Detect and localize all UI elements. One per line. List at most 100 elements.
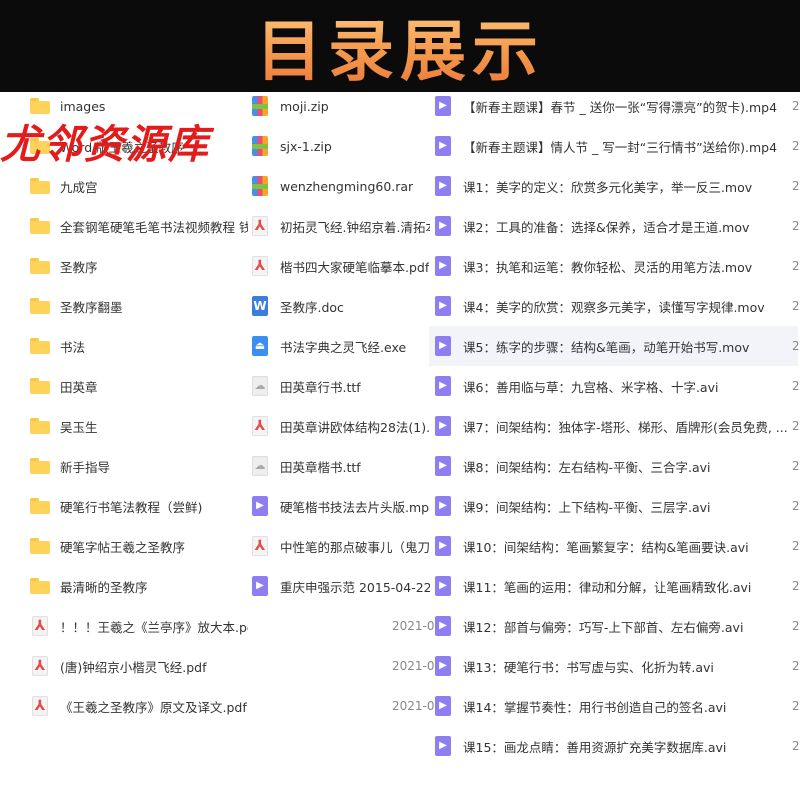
modified-date: 2 <box>792 739 800 753</box>
video-file-icon: ▶ <box>433 696 453 716</box>
file-item[interactable]: ⅄ (唐)钟绍京小楷灵飞经.pdf <box>30 646 248 686</box>
video-file-icon: ▶ <box>433 496 453 516</box>
file-item[interactable]: ⅄ 初拓灵飞经.钟绍京着.清拓本 <box>250 206 430 246</box>
file-item[interactable]: ▶ 课2：工具的准备：选择&保养，适合才是王道.mov <box>433 206 788 246</box>
file-item[interactable]: W 圣教序.doc <box>250 286 430 326</box>
file-item[interactable]: 硬笔字帖王羲之圣教序 <box>30 526 248 566</box>
pdf-file-icon: ⅄ <box>250 216 270 236</box>
folder-icon <box>30 176 50 196</box>
file-item[interactable]: ▶ 【新春主题课】春节 _ 送你一张“写得漂亮”的贺卡).mp4 <box>433 86 788 126</box>
file-name: 课15：画龙点睛：善用资源扩充美字数据库.avi <box>463 739 727 755</box>
file-name: 最清晰的圣教序 <box>60 579 148 595</box>
video-file-icon: ▶ <box>433 576 453 596</box>
file-name: 书法字典之灵飞经.exe <box>280 339 407 355</box>
file-item[interactable]: ▶ 【新春主题课】情人节 _ 写一封“三行情书”送给你).mp4 <box>433 126 788 166</box>
file-item[interactable]: 九成宫 <box>30 166 248 206</box>
file-item[interactable]: ▶ 课11：笔画的运用：律动和分解，让笔画精致化.avi <box>433 566 788 606</box>
file-item[interactable]: ▶ 课10：间架结构：笔画繁复字：结构&笔画要诀.avi <box>433 526 788 566</box>
file-item[interactable]: ▶ 课8：间架结构：左右结构-平衡、三合字.avi <box>433 446 788 486</box>
file-item[interactable]: Word 版王羲之圣教序 <box>30 126 248 166</box>
file-item[interactable]: ☁ 田英章楷书.ttf <box>250 446 430 486</box>
file-item[interactable]: ▶ 课12：部首与偏旁：巧写-上下部首、左右偏旁.avi <box>433 606 788 646</box>
archive-file-icon <box>250 176 270 196</box>
file-item[interactable]: ▶ 课7：间架结构：独体字-塔形、梯形、盾牌形(会员免费, ... <box>433 406 788 446</box>
file-item[interactable]: ▶ 重庆申强示范 2015-04-22 2 <box>250 566 430 606</box>
file-item[interactable]: ▶ 课15：画龙点睛：善用资源扩充美字数据库.avi <box>433 726 788 766</box>
modified-date: 2 <box>792 579 800 593</box>
file-name: 课8：间架结构：左右结构-平衡、三合字.avi <box>463 459 711 475</box>
file-item[interactable]: ▶ 课9：间架结构：上下结构-平衡、三层字.avi <box>433 486 788 526</box>
file-name: 课7：间架结构：独体字-塔形、梯形、盾牌形(会员免费, ... <box>463 419 788 435</box>
file-name: 课13：硬笔行书：书写虚与实、化折为转.avi <box>463 659 714 675</box>
video-file-icon: ▶ <box>250 496 270 516</box>
file-item[interactable]: ⅄ 楷书四大家硬笔临摹本.pdf <box>250 246 430 286</box>
folder-icon <box>30 336 50 356</box>
file-name: wenzhengming60.rar <box>280 178 414 194</box>
file-item[interactable]: ⅄ ！！！王羲之《兰亭序》放大本.pdf <box>30 606 248 646</box>
file-name: 《王羲之圣教序》原文及译文.pdf <box>60 699 247 715</box>
file-item[interactable]: ▶ 课1：美字的定义：欣赏多元化美字，举一反三.mov <box>433 166 788 206</box>
file-item[interactable]: 圣教序翻墨 <box>30 286 248 326</box>
file-item[interactable]: ⅄ 中性笔的那点破事儿（鬼刀 <box>250 526 430 566</box>
pdf-file-icon: ⅄ <box>250 256 270 276</box>
file-item[interactable]: ☁ 田英章行书.ttf <box>250 366 430 406</box>
file-item[interactable]: ▶ 课6：善用临与草：九宫格、米字格、十字.avi <box>433 366 788 406</box>
banner-title: 目录展示 <box>256 0 544 94</box>
video-file-icon: ▶ <box>433 296 453 316</box>
file-item[interactable]: images <box>30 86 248 126</box>
file-item[interactable]: ⏏ 书法字典之灵飞经.exe <box>250 326 430 366</box>
file-item[interactable]: 硬笔行书笔法教程（尝鲜) <box>30 486 248 526</box>
file-item[interactable]: 全套钢笔硬笔毛笔书法视频教程 钱 <box>30 206 248 246</box>
folder-icon <box>30 416 50 436</box>
video-file-icon: ▶ <box>433 136 453 156</box>
file-item[interactable]: ▶ 硬笔楷书技法去片头版.mpg <box>250 486 430 526</box>
file-name: images <box>60 98 106 114</box>
file-item[interactable]: 书法 <box>30 326 248 366</box>
file-item[interactable]: ▶ 课3：执笔和运笔：教你轻松、灵活的用笔方法.mov <box>433 246 788 286</box>
file-item[interactable]: sjx-1.zip <box>250 126 430 166</box>
file-name: 重庆申强示范 2015-04-22 2 <box>280 579 430 595</box>
file-name: 课11：笔画的运用：律动和分解，让笔画精致化.avi <box>463 579 752 595</box>
modified-date: 2021-0 <box>392 699 435 713</box>
file-item[interactable]: ▶ 课14：掌握节奏性：用行书创造自己的签名.avi <box>433 686 788 726</box>
file-item[interactable]: 最清晰的圣教序 <box>30 566 248 606</box>
video-file-icon: ▶ <box>433 416 453 436</box>
file-name: 田英章讲欧体结构28法(1).pdf <box>280 419 430 435</box>
folder-icon <box>30 296 50 316</box>
folder-icon <box>30 536 50 556</box>
file-name: 圣教序 <box>60 259 98 275</box>
video-file-icon: ▶ <box>433 256 453 276</box>
modified-date: 2 <box>792 299 800 313</box>
file-item[interactable]: wenzhengming60.rar <box>250 166 430 206</box>
file-item[interactable]: 田英章 <box>30 366 248 406</box>
file-name: 课1：美字的定义：欣赏多元化美字，举一反三.mov <box>463 179 753 195</box>
file-name: ！！！王羲之《兰亭序》放大本.pdf <box>60 619 248 635</box>
archive-file-icon <box>250 136 270 156</box>
folder-icon <box>30 96 50 116</box>
file-item[interactable]: 新手指导 <box>30 446 248 486</box>
exe-file-icon: ⏏ <box>250 336 270 356</box>
modified-date: 2 <box>792 659 800 673</box>
file-item[interactable]: ⅄ 《王羲之圣教序》原文及译文.pdf <box>30 686 248 726</box>
file-item[interactable]: moji.zip <box>250 86 430 126</box>
file-item[interactable]: ▶ 课5：练字的步骤：结构&笔画，动笔开始书写.mov <box>429 326 798 366</box>
file-item[interactable]: ⅄ 田英章讲欧体结构28法(1).pdf <box>250 406 430 446</box>
file-item[interactable]: 圣教序 <box>30 246 248 286</box>
file-name: 硬笔字帖王羲之圣教序 <box>60 539 186 555</box>
folder-icon <box>30 496 50 516</box>
modified-date: 2 <box>792 499 800 513</box>
video-file-icon: ▶ <box>433 456 453 476</box>
file-name: 课5：练字的步骤：结构&笔画，动笔开始书写.mov <box>463 339 750 355</box>
modified-date: 2021-0 <box>392 659 435 673</box>
file-name: 吴玉生 <box>60 419 98 435</box>
pdf-file-icon: ⅄ <box>30 696 50 716</box>
header-banner: 目录展示 <box>0 0 800 92</box>
video-file-icon: ▶ <box>433 176 453 196</box>
file-item[interactable]: ▶ 课4：美字的欣赏：观察多元美字，读懂写字规律.mov <box>433 286 788 326</box>
file-name: 课4：美字的欣赏：观察多元美字，读懂写字规律.mov <box>463 299 765 315</box>
folder-icon <box>30 456 50 476</box>
file-name: 【新春主题课】春节 _ 送你一张“写得漂亮”的贺卡).mp4 <box>463 99 778 115</box>
file-item[interactable]: ▶ 课13：硬笔行书：书写虚与实、化折为转.avi <box>433 646 788 686</box>
file-item[interactable]: 吴玉生 <box>30 406 248 446</box>
font-file-icon: ☁ <box>250 456 270 476</box>
